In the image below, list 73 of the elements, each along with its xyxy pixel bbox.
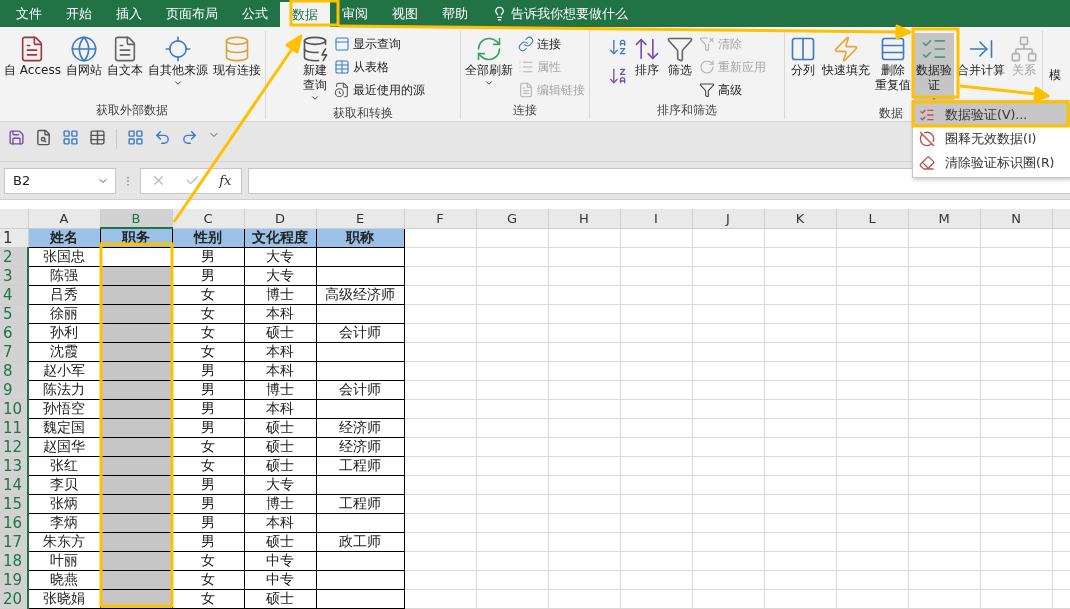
ribbon-button[interactable]: 最近使用的源 bbox=[331, 79, 427, 102]
ribbon-button[interactable]: 从表格 bbox=[331, 56, 427, 79]
ribbon-tab[interactable]: 插入 bbox=[104, 0, 154, 28]
table-icon bbox=[333, 59, 350, 76]
undo-icon[interactable] bbox=[154, 129, 171, 147]
print-preview-icon[interactable] bbox=[35, 129, 52, 147]
ribbon-button[interactable]: 删除 重复值 bbox=[872, 33, 913, 102]
lightbulb-icon bbox=[492, 6, 507, 22]
column-header[interactable]: E bbox=[316, 209, 404, 228]
column-header[interactable]: K bbox=[764, 209, 836, 228]
ribbon-tab[interactable]: 公式 bbox=[230, 0, 280, 28]
clear-filter-icon bbox=[698, 36, 715, 53]
ribbon-tab[interactable]: 开始 bbox=[54, 0, 104, 28]
column-header[interactable]: L bbox=[836, 209, 908, 228]
column-header[interactable]: B bbox=[100, 209, 172, 228]
name-box[interactable]: B2 bbox=[4, 167, 116, 194]
ribbon-button[interactable]: 分列 bbox=[786, 33, 819, 102]
group-label: 排序和筛选 bbox=[656, 102, 717, 119]
ribbon-button[interactable]: 全部刷新 bbox=[462, 33, 515, 102]
column-header[interactable]: G bbox=[476, 209, 548, 228]
insert-function-button[interactable]: fx bbox=[219, 173, 232, 189]
column-header[interactable]: N bbox=[980, 209, 1052, 228]
ribbon-button[interactable]: 筛选 bbox=[663, 33, 696, 102]
ribbon-button[interactable]: 自其他来源 bbox=[145, 33, 210, 102]
funnel-icon bbox=[698, 82, 715, 99]
ribbon-tab[interactable]: 页面布局 bbox=[154, 0, 230, 28]
column-header[interactable]: F bbox=[404, 209, 476, 228]
menu-item[interactable]: 清除验证标识圈(R) bbox=[913, 151, 1070, 175]
ribbon-tab[interactable]: 视图 bbox=[380, 0, 430, 28]
document-icon bbox=[517, 82, 534, 99]
column-header[interactable]: A bbox=[28, 209, 100, 228]
target-icon bbox=[163, 35, 192, 64]
ribbon-tab[interactable]: 帮助 bbox=[430, 0, 480, 28]
funnel-icon bbox=[665, 35, 694, 64]
ribbon-button[interactable]: 排序 bbox=[630, 33, 663, 102]
checklist-icon bbox=[919, 107, 935, 123]
ribbon-button[interactable]: 自网站 bbox=[63, 33, 104, 102]
ribbon-button[interactable]: 自 Access bbox=[2, 33, 63, 102]
ribbon-button[interactable]: 显示查询 bbox=[331, 33, 427, 56]
network-icon bbox=[1009, 35, 1038, 64]
save-icon[interactable] bbox=[8, 129, 25, 147]
eraser-icon bbox=[919, 155, 935, 171]
group-label: 获取外部数据 bbox=[96, 102, 169, 119]
column-header[interactable]: I bbox=[620, 209, 692, 228]
menu-item[interactable]: 圈释无效数据(I) bbox=[913, 127, 1070, 151]
ribbon-button[interactable]: 自文本 bbox=[104, 33, 145, 102]
ribbon-button[interactable]: 现有连接 bbox=[210, 33, 263, 102]
circle-icon bbox=[919, 131, 935, 147]
group-label: 获取和转换 bbox=[332, 105, 393, 123]
column-header[interactable]: D bbox=[244, 209, 316, 228]
ribbon-button[interactable]: 高级 bbox=[696, 79, 768, 102]
column-header[interactable]: C bbox=[172, 209, 244, 228]
file-clock-icon bbox=[333, 82, 350, 99]
column-header[interactable]: M bbox=[908, 209, 980, 228]
column-header[interactable]: H bbox=[548, 209, 620, 228]
table-icon[interactable] bbox=[89, 129, 106, 147]
globe-icon bbox=[69, 35, 98, 64]
column-header[interactable]: J bbox=[692, 209, 764, 228]
ribbon-tab[interactable]: 文件 bbox=[4, 0, 54, 28]
rotate-icon bbox=[698, 59, 715, 76]
ribbon-tab[interactable]: 审阅 bbox=[330, 0, 380, 28]
group-label: 数据 bbox=[878, 105, 903, 123]
ribbon-button[interactable]: 快速填充 bbox=[819, 33, 872, 102]
highlight-frame bbox=[289, 0, 340, 27]
formula-input[interactable] bbox=[248, 167, 1070, 194]
ribbon-button[interactable]: 新建 查询 bbox=[298, 33, 331, 106]
redo-icon[interactable] bbox=[181, 129, 198, 147]
row-header[interactable]: 1 bbox=[0, 228, 28, 248]
window-icon bbox=[333, 36, 350, 53]
link-icon bbox=[517, 36, 534, 53]
group-label: 连接 bbox=[512, 102, 537, 119]
tell-me-search[interactable]: 告诉我你想要做什么 bbox=[480, 0, 628, 28]
ribbon-button[interactable]: 连接 bbox=[515, 33, 587, 56]
